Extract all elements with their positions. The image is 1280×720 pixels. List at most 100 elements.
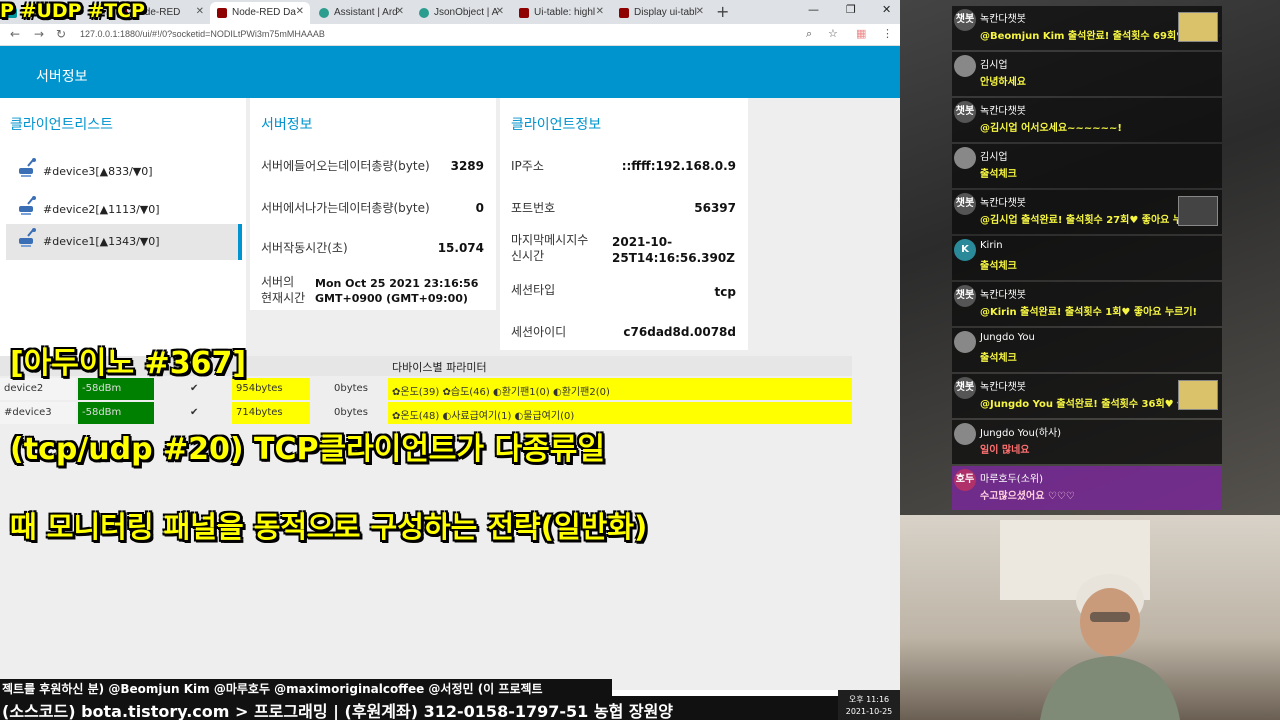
network-device-icon <box>19 158 36 177</box>
avatar: K <box>954 239 976 261</box>
last-message-label: 마지막메시지수 신시간 <box>511 233 589 263</box>
browser-tab[interactable]: JsonObject | A ✕ <box>412 2 510 24</box>
server-info-title: 서버정보 <box>261 117 313 133</box>
avatar <box>954 147 976 169</box>
client-label: #device3[▲833/▼0] <box>43 165 153 178</box>
session-type-label: 세션타입 <box>511 283 556 297</box>
network-device-icon <box>19 228 36 247</box>
chat-text: @김시업 어서오세요~~~~~~! <box>980 123 1122 134</box>
info-ticker: (소스코드) bota.tistory.com > 프로그래밍 | (후원계좌)… <box>0 696 838 720</box>
client-list-item[interactable]: #device3[▲833/▼0] <box>6 154 242 190</box>
client-label: #device2[▲1113/▼0] <box>43 203 160 216</box>
chat-text: 수고많으셨어요 ♡♡♡ <box>980 491 1075 502</box>
chat-nickname: 마루호두(소위) <box>980 474 1044 485</box>
server-in-bytes-value: 3289 <box>450 159 484 173</box>
browser-tab[interactable]: Ui-table: highl ✕ <box>512 2 610 24</box>
table-cell-params: ✿온도(48) ◐사료급여기(1) ◐물급여기(0) <box>388 402 852 424</box>
chat-nickname: 김시업 <box>980 152 1008 163</box>
chat-message: 챗봇 녹칸다챗봇 @Jungdo You 출석완료! 출석횟수 36회♥ 좋아요… <box>952 374 1222 418</box>
streamer-figure <box>1040 574 1180 720</box>
server-uptime-value: 15.074 <box>437 241 484 255</box>
client-list-title: 클라이언트리스트 <box>10 117 114 133</box>
member-badge-icon <box>1178 196 1218 226</box>
server-out-bytes-label: 서버에서나가는데이터총량(byte) <box>261 201 430 215</box>
browser-tab-active[interactable]: Node-RED Da ✕ <box>210 2 310 24</box>
avatar: 호두 <box>954 469 976 491</box>
ip-label: IP주소 <box>511 159 544 173</box>
close-window-icon[interactable]: ✕ <box>882 3 891 16</box>
node-red-favicon-icon <box>217 8 227 18</box>
close-tab-icon[interactable]: ✕ <box>396 6 404 17</box>
live-chat-panel: 챗봇 녹칸다챗봇 @Beomjun Kim 출석완료! 출석횟수 69회♥ 좋아… <box>952 0 1222 510</box>
avatar <box>954 331 976 353</box>
table-header-params[interactable]: 다바이스별 파라미터 <box>388 356 852 376</box>
taskbar-clock: 오후 11:16 2021-10-25 <box>838 690 900 720</box>
chat-nickname: 녹칸다챗봇 <box>980 106 1026 117</box>
session-id-label: 세션아이디 <box>511 325 567 339</box>
chat-message: 챗봇 녹칸다챗봇 @김시업 출석완료! 출석횟수 27회♥ 좋아요 누르기! <box>952 190 1222 234</box>
client-info-card: 클라이언트정보 IP주소 ::ffff:192.168.0.9 포트번호 563… <box>500 98 748 350</box>
chat-message-highlighted: 호두 마루호두(소위) 수고많으셨어요 ♡♡♡ <box>952 466 1222 510</box>
close-tab-icon[interactable]: ✕ <box>696 6 704 17</box>
chat-nickname: Jungdo You(하사) <box>980 428 1062 439</box>
avatar: 챗봇 <box>954 9 976 31</box>
maximize-icon[interactable]: ❐ <box>846 3 856 16</box>
extension-icon[interactable]: ▦ <box>856 27 866 40</box>
port-value: 56397 <box>694 201 736 215</box>
avatar: 챗봇 <box>954 377 976 399</box>
bookmark-star-icon[interactable]: ☆ <box>828 27 838 40</box>
github-favicon-icon <box>519 8 529 18</box>
chat-nickname: 녹칸다챗봇 <box>980 198 1026 209</box>
server-uptime-label: 서버작동시간(초) <box>261 241 348 255</box>
port-label: 포트번호 <box>511 201 556 215</box>
assistant-favicon-icon <box>419 8 429 18</box>
chat-message: Jungdo You(하사) 일이 많네요 <box>952 420 1222 464</box>
new-tab-icon[interactable]: + <box>716 2 729 21</box>
chat-text: 안녕하세요 <box>980 77 1026 88</box>
check-icon: ✔ <box>190 407 199 418</box>
close-tab-icon[interactable]: ✕ <box>196 6 204 17</box>
page-title: 서버정보 <box>36 69 88 85</box>
close-tab-icon[interactable]: ✕ <box>596 6 604 17</box>
table-cell-rssi: -58dBm <box>78 402 154 424</box>
client-label: #device1[▲1343/▼0] <box>43 235 160 248</box>
browser-tab[interactable]: Assistant | Ard ✕ <box>312 2 410 24</box>
browser-tab[interactable]: Display ui-tabl ✕ <box>612 2 710 24</box>
chat-nickname: 녹칸다챗봇 <box>980 290 1026 301</box>
back-icon[interactable]: ← <box>10 27 20 41</box>
forward-icon[interactable]: → <box>34 27 44 41</box>
table-cell-out-bytes: 0bytes <box>334 407 368 418</box>
member-badge-icon <box>1178 12 1218 42</box>
menu-icon[interactable]: ⋮ <box>882 27 893 40</box>
chat-nickname: 김시업 <box>980 60 1008 71</box>
minimize-icon[interactable]: — <box>808 3 819 16</box>
server-info-card: 서버정보 서버에들어오는데이터총량(byte) 3289 서버에서나가는데이터총… <box>250 98 496 310</box>
assistant-favicon-icon <box>319 8 329 18</box>
github-favicon-icon <box>619 8 629 18</box>
client-list-item-selected[interactable]: #device1[▲1343/▼0] <box>6 224 242 260</box>
close-tab-icon[interactable]: ✕ <box>296 6 304 17</box>
avatar: 챗봇 <box>954 285 976 307</box>
chat-nickname: Jungdo You <box>980 332 1035 343</box>
chat-text: 출석체크 <box>980 261 1017 272</box>
video-title-line1: (tcp/udp #20) TCP클라이언트가 다종류일 <box>10 432 605 467</box>
avatar: 챗봇 <box>954 193 976 215</box>
sponsor-ticker: 젝트를 후원하신 분) @Beomjun Kim @마루호두 @maximori… <box>0 679 612 696</box>
zoom-icon[interactable]: ⌕ <box>806 27 812 41</box>
chat-message: K Kirin 출석체크 <box>952 236 1222 280</box>
close-tab-icon[interactable]: ✕ <box>496 6 504 17</box>
client-list-item[interactable]: #device2[▲1113/▼0] <box>6 192 242 228</box>
ip-value: ::ffff:192.168.0.9 <box>621 159 736 173</box>
table-cell-device: #device3 <box>0 402 76 424</box>
url-text[interactable]: 127.0.0.1:1880/ui/#!/0?socketid=NODILtPW… <box>80 29 325 39</box>
address-bar: ← → ↻ 127.0.0.1:1880/ui/#!/0?socketid=NO… <box>0 24 900 46</box>
network-device-icon <box>19 196 36 215</box>
chat-text: 출석체크 <box>980 169 1017 180</box>
reload-icon[interactable]: ↻ <box>56 27 66 41</box>
avatar <box>954 55 976 77</box>
dashboard-header: 서버정보 <box>0 46 900 98</box>
chat-text: @Kirin 출석완료! 출석횟수 1회♥ 좋아요 누르기! <box>980 307 1198 318</box>
chat-message: 김시업 출석체크 <box>952 144 1222 188</box>
server-time-label: 서버의 현재시간 <box>261 275 306 305</box>
chat-message: 챗봇 녹칸다챗봇 @김시업 어서오세요~~~~~~! <box>952 98 1222 142</box>
